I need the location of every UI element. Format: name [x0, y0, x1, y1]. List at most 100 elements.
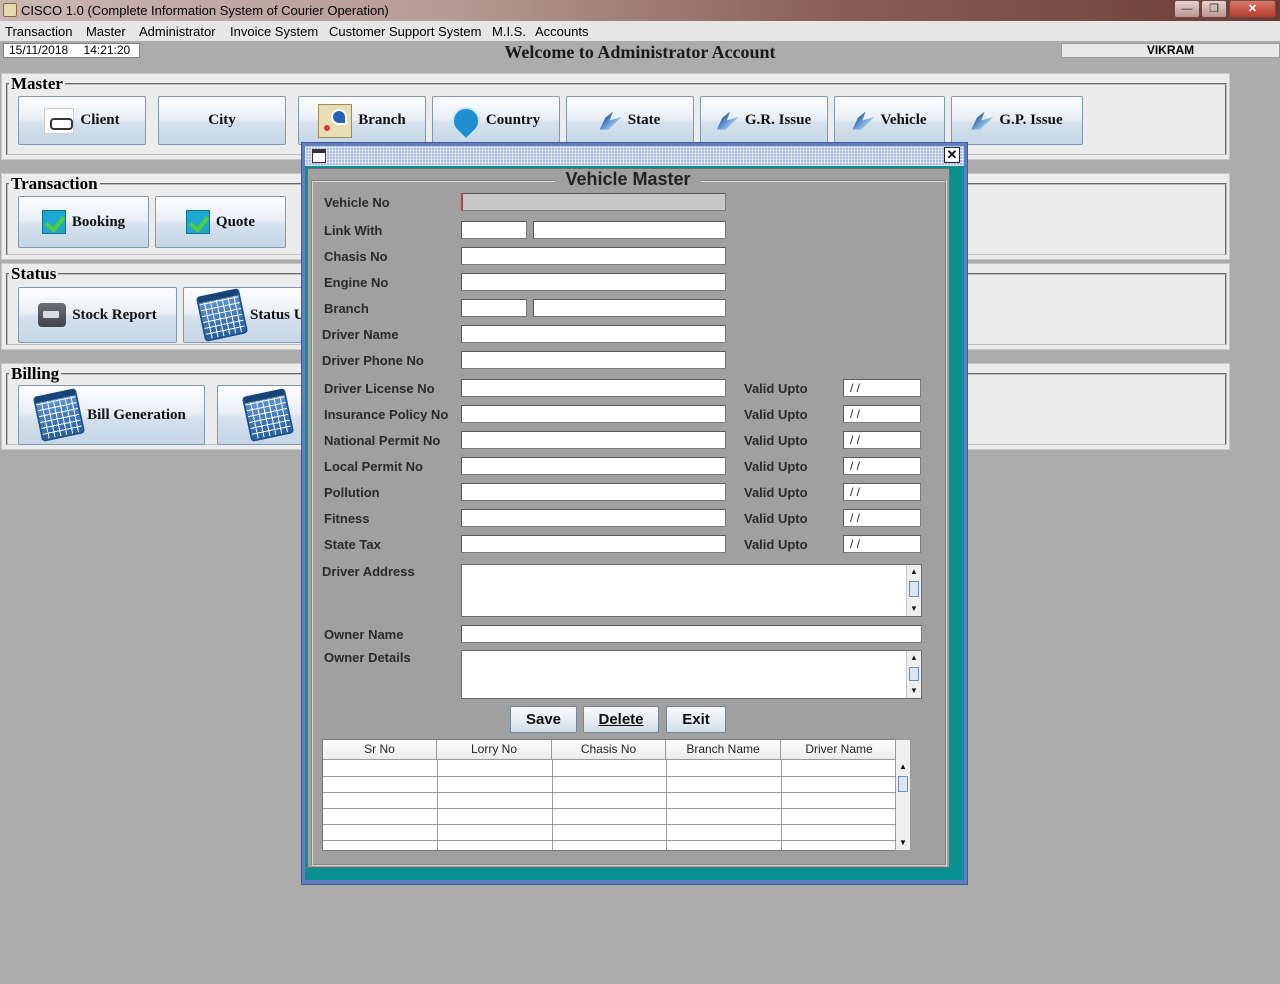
gr-issue-button[interactable]: G.R. Issue	[700, 96, 828, 145]
valid-upto-label: Valid Upto	[744, 381, 808, 396]
link-with-name-input[interactable]	[533, 221, 726, 239]
window-menu-icon[interactable]	[312, 149, 326, 163]
column-header-chasis-no[interactable]: Chasis No	[552, 740, 666, 760]
table-row	[323, 808, 895, 809]
vehicle-master-title-bar[interactable]: ✕	[305, 146, 964, 166]
column-header-driver-name[interactable]: Driver Name	[781, 740, 895, 760]
chasis-no-input[interactable]	[461, 247, 726, 265]
menu-invoice-system[interactable]: Invoice System	[230, 24, 318, 39]
scroll-thumb[interactable]	[909, 581, 919, 597]
state-button-label: State	[627, 112, 661, 128]
column-header-lorry-no[interactable]: Lorry No	[437, 740, 552, 760]
table-row	[323, 824, 895, 825]
state-tax-input[interactable]	[461, 535, 726, 553]
fitness-input[interactable]	[461, 509, 726, 527]
menu-master[interactable]: Master	[86, 24, 126, 39]
vehicle-table[interactable]: Sr No Lorry No Chasis No Branch Name Dri…	[322, 739, 896, 851]
minimize-button[interactable]: —	[1174, 0, 1200, 18]
java-app-icon	[3, 3, 17, 17]
stock-report-button-label: Stock Report	[72, 306, 157, 323]
scroll-thumb[interactable]	[898, 776, 908, 792]
state-tax-valid-date-input[interactable]: / /	[843, 535, 921, 553]
table-row	[323, 792, 895, 793]
city-button[interactable]: City	[158, 96, 286, 145]
owner-name-label: Owner Name	[324, 627, 404, 642]
driver-address-scrollbar[interactable]: ▲ ▼	[906, 565, 921, 616]
scroll-down-icon[interactable]: ▼	[907, 684, 921, 698]
column-header-branch-name[interactable]: Branch Name	[666, 740, 781, 760]
bird-icon	[971, 111, 994, 130]
national-permit-valid-date-input[interactable]: / /	[843, 431, 921, 449]
vehicle-no-label: Vehicle No	[324, 195, 390, 210]
status-update-button[interactable]: Status U	[183, 287, 313, 343]
license-valid-date-input[interactable]: / /	[843, 379, 921, 397]
table-scrollbar[interactable]: ▲ ▼	[895, 739, 911, 851]
insurance-valid-date-input[interactable]: / /	[843, 405, 921, 423]
branch-name-input[interactable]	[533, 299, 726, 317]
booking-button-label: Booking	[71, 213, 126, 230]
fitness-valid-date-input[interactable]: / /	[843, 509, 921, 527]
driver-phone-input[interactable]	[461, 351, 726, 369]
pollution-valid-date-input[interactable]: / /	[843, 483, 921, 501]
booking-button[interactable]: Booking	[18, 196, 149, 248]
stock-report-button[interactable]: Stock Report	[18, 287, 177, 343]
valid-upto-label: Valid Upto	[744, 537, 808, 552]
scroll-up-icon[interactable]: ▲	[907, 651, 921, 665]
bill-generation-button-label: Bill Generation	[87, 406, 186, 423]
national-permit-input[interactable]	[461, 431, 726, 449]
menu-accounts[interactable]: Accounts	[535, 24, 588, 39]
driver-license-input[interactable]	[461, 379, 726, 397]
quote-button[interactable]: Quote	[155, 196, 286, 248]
scroll-thumb[interactable]	[909, 667, 919, 681]
scroll-down-icon[interactable]: ▼	[907, 602, 921, 616]
owner-details-textarea[interactable]: ▲ ▼	[461, 650, 922, 699]
exit-button[interactable]: Exit	[666, 706, 726, 733]
close-icon[interactable]: ✕	[944, 147, 960, 163]
branch-button[interactable]: Branch	[298, 96, 426, 145]
city-button-label: City	[208, 112, 236, 128]
window-title-bar: CISCO 1.0 (Complete Information System o…	[0, 0, 1280, 21]
menu-administrator[interactable]: Administrator	[139, 24, 216, 39]
client-button[interactable]: Client	[18, 96, 146, 145]
window-title: CISCO 1.0 (Complete Information System o…	[21, 3, 389, 18]
delete-button[interactable]: Delete	[583, 706, 659, 733]
save-button[interactable]: Save	[510, 706, 577, 733]
bill-generation-button[interactable]: Bill Generation	[18, 385, 205, 445]
country-button[interactable]: Country	[432, 96, 560, 145]
local-permit-input[interactable]	[461, 457, 726, 475]
engine-no-input[interactable]	[461, 273, 726, 291]
table-divider	[552, 760, 553, 850]
pollution-input[interactable]	[461, 483, 726, 501]
link-with-code-input[interactable]	[461, 221, 527, 239]
billing-legend: Billing	[9, 364, 62, 384]
map-icon	[318, 103, 353, 138]
local-permit-valid-date-input[interactable]: / /	[843, 457, 921, 475]
local-permit-label: Local Permit No	[324, 459, 423, 474]
state-tax-label: State Tax	[324, 537, 381, 552]
scroll-up-icon[interactable]: ▲	[907, 565, 921, 579]
status-legend: Status	[9, 264, 59, 284]
scroll-down-icon[interactable]: ▼	[896, 836, 910, 850]
insurance-policy-input[interactable]	[461, 405, 726, 423]
calendar-icon	[32, 387, 86, 443]
driver-name-input[interactable]	[461, 325, 726, 343]
gp-issue-button[interactable]: G.P. Issue	[951, 96, 1083, 145]
branch-code-input[interactable]	[461, 299, 527, 317]
column-header-sr-no[interactable]: Sr No	[323, 740, 437, 760]
bird-icon	[599, 111, 622, 130]
scroll-up-icon[interactable]: ▲	[896, 760, 910, 774]
vehicle-no-input[interactable]	[461, 193, 726, 211]
restore-button[interactable]: ❐	[1201, 0, 1227, 18]
owner-details-scrollbar[interactable]: ▲ ▼	[906, 651, 921, 698]
driver-address-textarea[interactable]: ▲ ▼	[461, 564, 922, 617]
calendar-icon	[241, 387, 295, 443]
quote-button-label: Quote	[215, 213, 256, 230]
menu-transaction[interactable]: Transaction	[5, 24, 72, 39]
menu-customer-support-system[interactable]: Customer Support System	[329, 24, 481, 39]
vehicle-button[interactable]: Vehicle	[834, 96, 945, 145]
menu-mis[interactable]: M.I.S.	[492, 24, 526, 39]
driver-address-label: Driver Address	[322, 564, 415, 579]
close-window-button[interactable]: ✕	[1229, 0, 1276, 18]
state-button[interactable]: State	[566, 96, 694, 145]
owner-name-input[interactable]	[461, 625, 922, 643]
